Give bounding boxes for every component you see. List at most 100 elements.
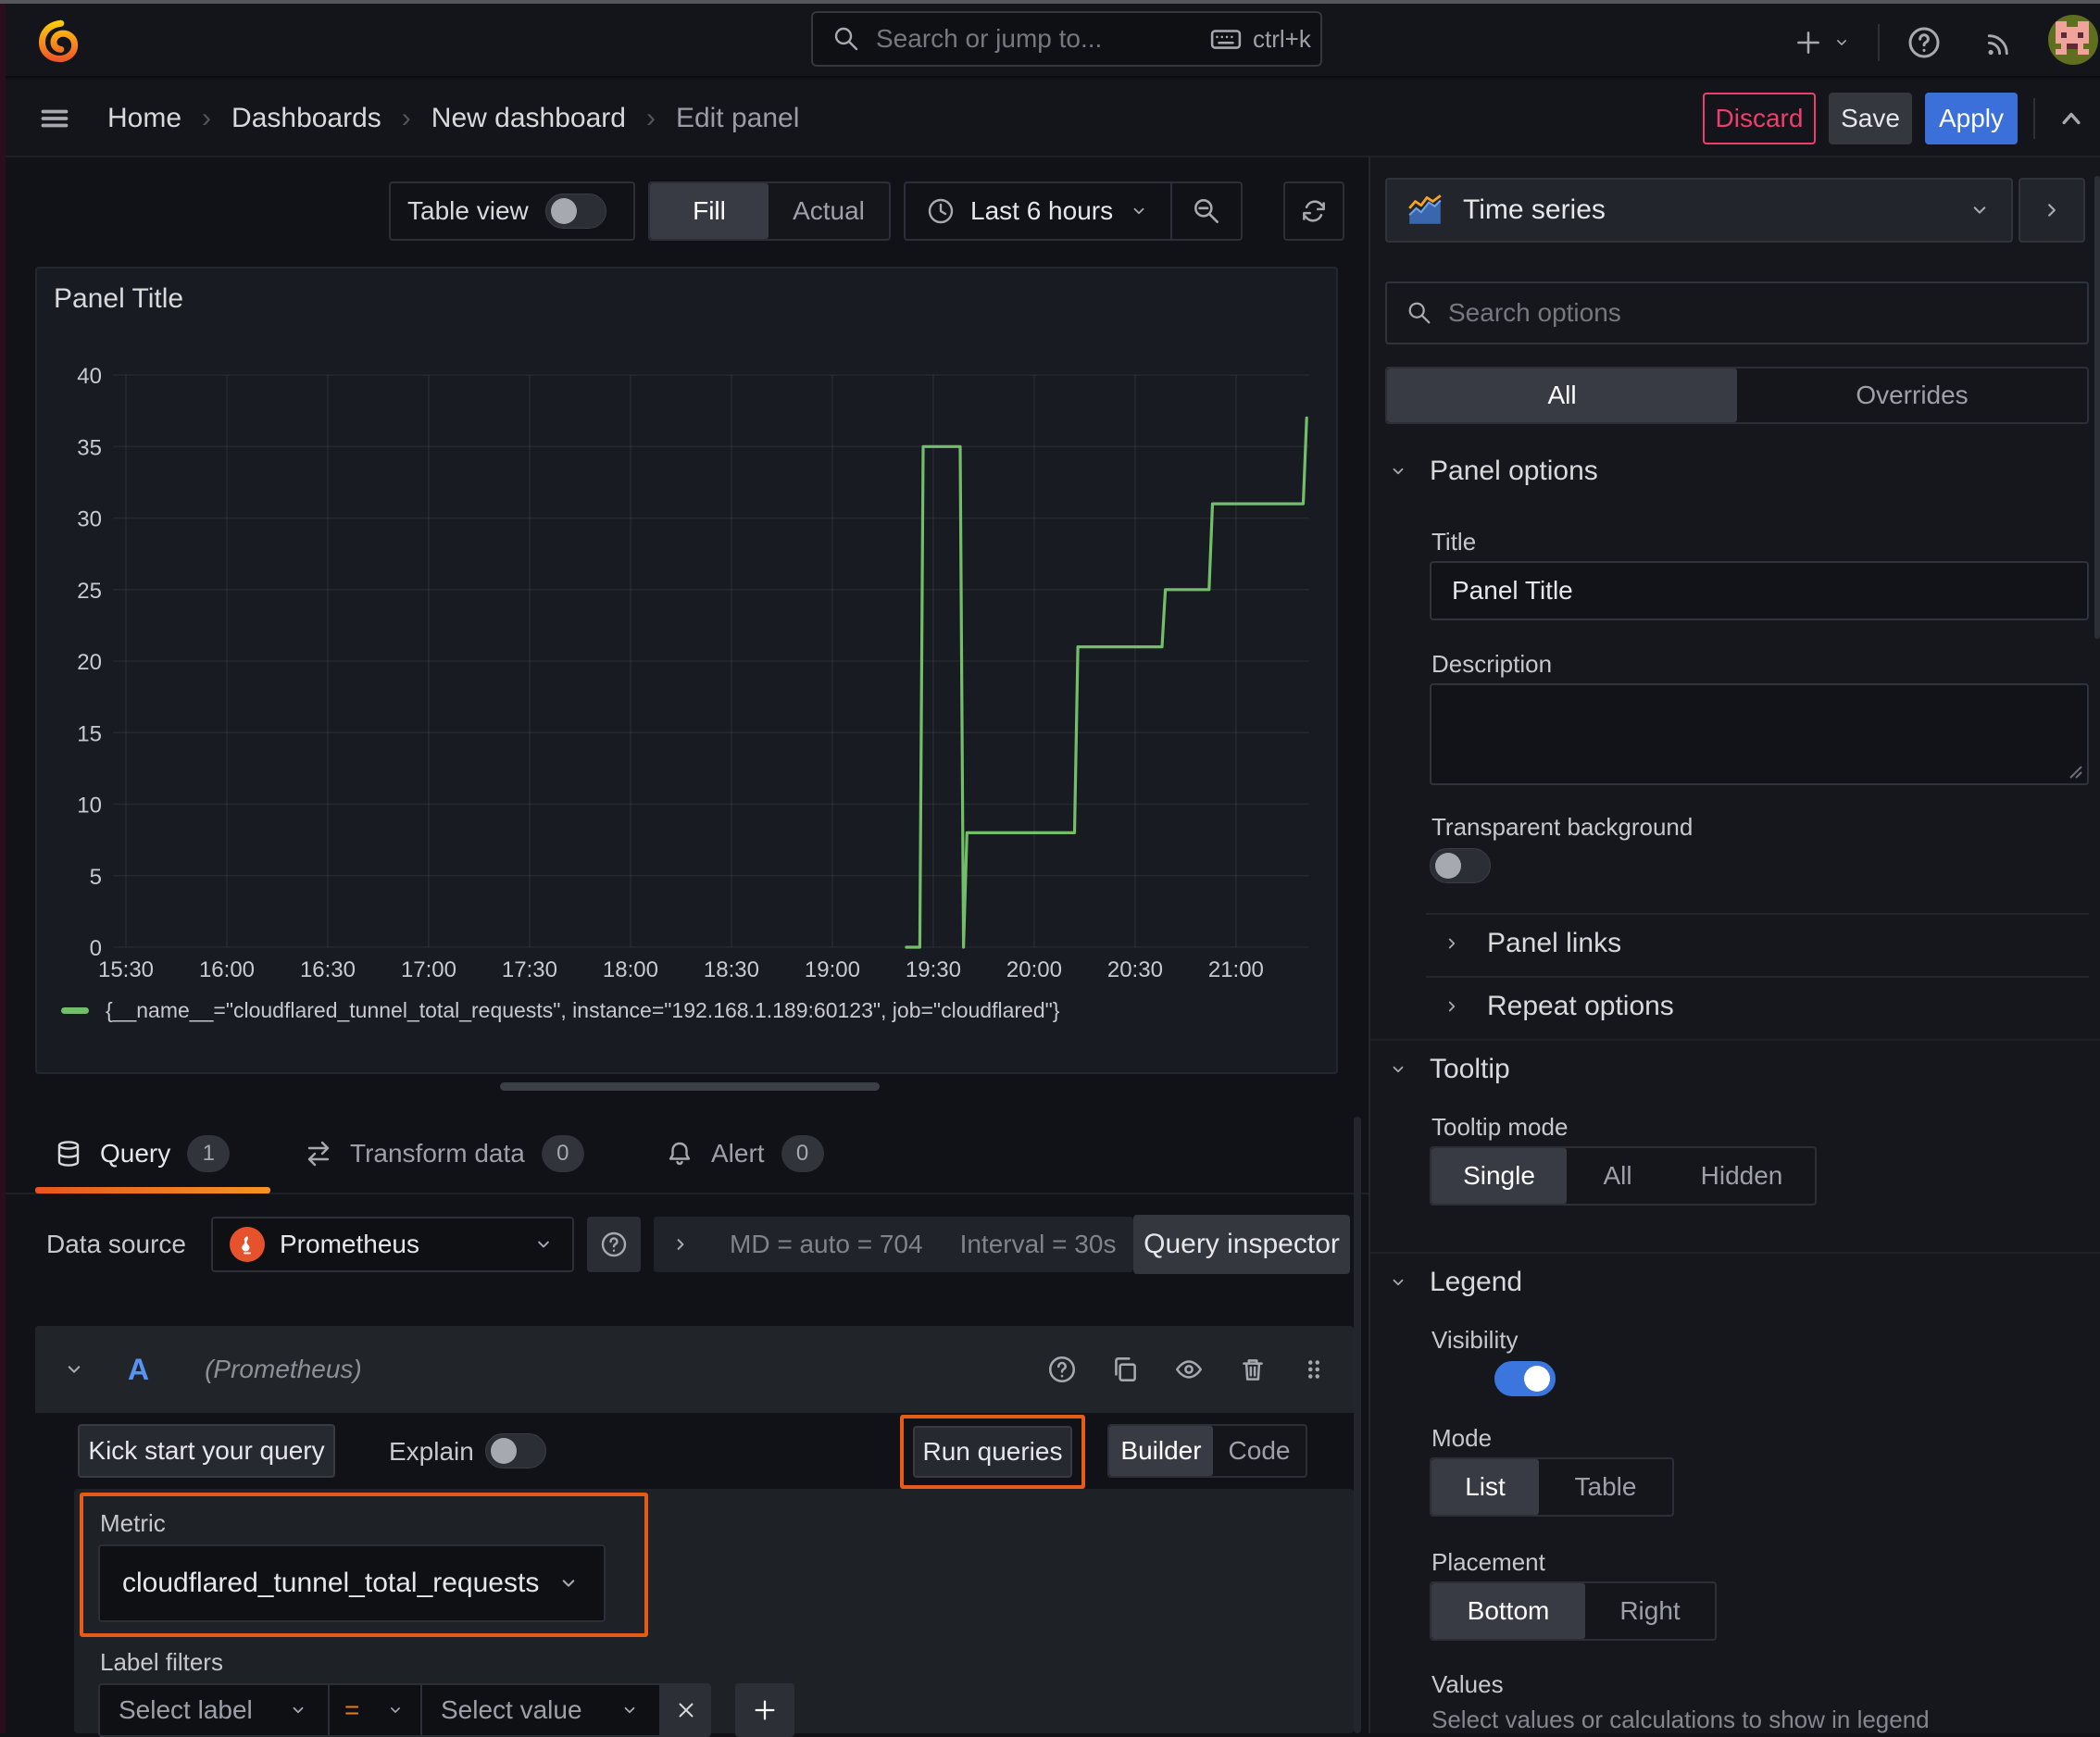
prometheus-icon bbox=[230, 1227, 265, 1262]
legend-series-label[interactable]: {__name__="cloudflared_tunnel_total_requ… bbox=[106, 998, 1059, 1023]
search-input[interactable] bbox=[876, 24, 1210, 54]
select-label-dropdown[interactable]: Select label bbox=[98, 1683, 330, 1737]
svg-text:17:30: 17:30 bbox=[502, 957, 557, 982]
visualization-name: Time series bbox=[1463, 194, 1606, 225]
add-filter-button[interactable] bbox=[735, 1683, 794, 1737]
chart-legend[interactable]: {__name__="cloudflared_tunnel_total_requ… bbox=[61, 998, 1059, 1023]
select-value-placeholder: Select value bbox=[441, 1695, 582, 1724]
time-series-viz-icon bbox=[1406, 191, 1444, 230]
legend-placement-right[interactable]: Right bbox=[1585, 1583, 1715, 1639]
tab-transform[interactable]: Transform data 0 bbox=[304, 1115, 584, 1193]
query-row-header[interactable]: A (Prometheus) bbox=[35, 1326, 1354, 1413]
help-button[interactable] bbox=[1906, 24, 1943, 61]
menu-button[interactable] bbox=[35, 100, 74, 137]
close-icon bbox=[679, 1703, 694, 1718]
tab-alert[interactable]: Alert 0 bbox=[665, 1115, 824, 1193]
svg-text:20: 20 bbox=[77, 650, 102, 675]
tooltip-header[interactable]: Tooltip bbox=[1387, 1054, 1510, 1085]
description-label: Description bbox=[1431, 650, 1553, 678]
legend-values-label: Values bbox=[1431, 1670, 1504, 1698]
panel-links-header[interactable]: Panel links bbox=[1441, 928, 1621, 959]
legend-placement-bottom[interactable]: Bottom bbox=[1431, 1583, 1585, 1639]
bell-icon bbox=[665, 1139, 694, 1168]
breadcrumb-home[interactable]: Home bbox=[107, 103, 181, 134]
time-range-button[interactable]: Last 6 hours bbox=[906, 183, 1170, 239]
zoom-out-button[interactable] bbox=[1172, 183, 1241, 239]
explain-label: Explain bbox=[389, 1437, 474, 1466]
visualization-suggestions-button[interactable] bbox=[2019, 178, 2085, 243]
trash-icon bbox=[1243, 1359, 1263, 1381]
rss-icon bbox=[1987, 34, 2008, 56]
run-queries-button[interactable]: Run queries bbox=[913, 1426, 1072, 1478]
chevron-down-icon[interactable] bbox=[61, 1356, 87, 1382]
actual-option[interactable]: Actual bbox=[769, 183, 889, 239]
datasource-help-button[interactable] bbox=[587, 1217, 641, 1272]
chevron-down-icon bbox=[1387, 1271, 1409, 1293]
remove-filter-button[interactable] bbox=[661, 1683, 711, 1737]
description-textarea[interactable] bbox=[1430, 683, 2089, 785]
metric-select[interactable]: cloudflared_tunnel_total_requests bbox=[98, 1544, 606, 1622]
tab-transform-count: 0 bbox=[541, 1135, 584, 1172]
visualization-select[interactable]: Time series bbox=[1385, 178, 2013, 243]
drag-query-handle[interactable] bbox=[1300, 1354, 1328, 1385]
collapse-editor-button[interactable] bbox=[2054, 102, 2089, 135]
chevron-right-icon bbox=[1441, 995, 1463, 1018]
select-value-dropdown[interactable]: Select value bbox=[422, 1683, 661, 1737]
apply-button[interactable]: Apply bbox=[1925, 93, 2018, 144]
help-icon bbox=[1908, 27, 1940, 58]
transparent-background-toggle[interactable] bbox=[1430, 848, 1491, 883]
query-ref-id: A bbox=[128, 1352, 150, 1386]
options-pane-scrollbar[interactable] bbox=[2094, 176, 2100, 639]
datasource-row: Data source Prometheus MD = auto = 704 I… bbox=[6, 1215, 1369, 1274]
chart-svg[interactable]: 15:30 16:00 16:30 17:00 17:30 18:00 18:30 19:00… bbox=[37, 269, 1336, 996]
legend-mode-list[interactable]: List bbox=[1431, 1459, 1539, 1515]
svg-text:18:30: 18:30 bbox=[704, 957, 759, 982]
breadcrumb-new-dashboard[interactable]: New dashboard bbox=[431, 103, 626, 134]
svg-text:20:00: 20:00 bbox=[1006, 957, 1062, 982]
discard-button[interactable]: Discard bbox=[1703, 93, 1816, 144]
grafana-logo[interactable] bbox=[37, 15, 85, 67]
tab-all[interactable]: All bbox=[1387, 369, 1737, 422]
legend-visibility-toggle[interactable] bbox=[1494, 1361, 1556, 1396]
explain-toggle[interactable] bbox=[485, 1433, 546, 1468]
panel-resize-handle[interactable] bbox=[500, 1082, 880, 1091]
duplicate-query-button[interactable] bbox=[1109, 1354, 1141, 1385]
builder-option[interactable]: Builder bbox=[1109, 1426, 1213, 1476]
tab-query[interactable]: Query 1 bbox=[54, 1115, 231, 1193]
panel-options-pane: Time series All Overrides Panel options … bbox=[1369, 157, 2100, 1733]
global-search[interactable]: ctrl+k bbox=[811, 11, 1322, 67]
save-button[interactable]: Save bbox=[1829, 93, 1912, 144]
query-inspector-button[interactable]: Query inspector bbox=[1133, 1215, 1350, 1274]
legend-header[interactable]: Legend bbox=[1387, 1267, 1522, 1298]
breadcrumb-dashboards[interactable]: Dashboards bbox=[231, 103, 381, 134]
options-search-box[interactable] bbox=[1385, 281, 2089, 344]
tooltip-mode-single[interactable]: Single bbox=[1431, 1148, 1567, 1204]
svg-text:21:00: 21:00 bbox=[1208, 957, 1264, 982]
repeat-options-header[interactable]: Repeat options bbox=[1441, 991, 1674, 1022]
panel-options-header[interactable]: Panel options bbox=[1387, 456, 1598, 487]
legend-mode-table[interactable]: Table bbox=[1539, 1459, 1672, 1515]
panel-title-input[interactable] bbox=[1430, 561, 2089, 620]
divider bbox=[1426, 913, 2089, 915]
user-avatar[interactable] bbox=[2048, 15, 2098, 65]
operator-dropdown[interactable]: = bbox=[330, 1683, 422, 1737]
options-search-input[interactable] bbox=[1448, 298, 2069, 328]
left-pane-scrollbar[interactable] bbox=[1354, 1117, 1361, 1733]
new-menu-button[interactable] bbox=[1793, 22, 1852, 63]
query-options-band[interactable]: MD = auto = 704 Interval = 30s bbox=[654, 1217, 1133, 1272]
query-help-button[interactable] bbox=[1046, 1354, 1078, 1385]
search-shortcut: ctrl+k bbox=[1253, 24, 1311, 53]
delete-query-button[interactable] bbox=[1237, 1354, 1269, 1385]
tooltip-mode-hidden[interactable]: Hidden bbox=[1669, 1148, 1815, 1204]
plus-icon bbox=[1793, 27, 1824, 58]
news-button[interactable] bbox=[1981, 26, 2017, 61]
kick-start-query-button[interactable]: Kick start your query bbox=[78, 1424, 335, 1478]
refresh-button[interactable] bbox=[1283, 181, 1344, 241]
tooltip-mode-all[interactable]: All bbox=[1567, 1148, 1669, 1204]
fill-option[interactable]: Fill bbox=[650, 183, 769, 239]
tab-overrides[interactable]: Overrides bbox=[1737, 369, 2087, 422]
toggle-visibility-query-button[interactable] bbox=[1172, 1354, 1206, 1385]
datasource-select[interactable]: Prometheus bbox=[211, 1217, 574, 1272]
table-view-toggle[interactable] bbox=[544, 194, 606, 229]
code-option[interactable]: Code bbox=[1213, 1426, 1306, 1476]
